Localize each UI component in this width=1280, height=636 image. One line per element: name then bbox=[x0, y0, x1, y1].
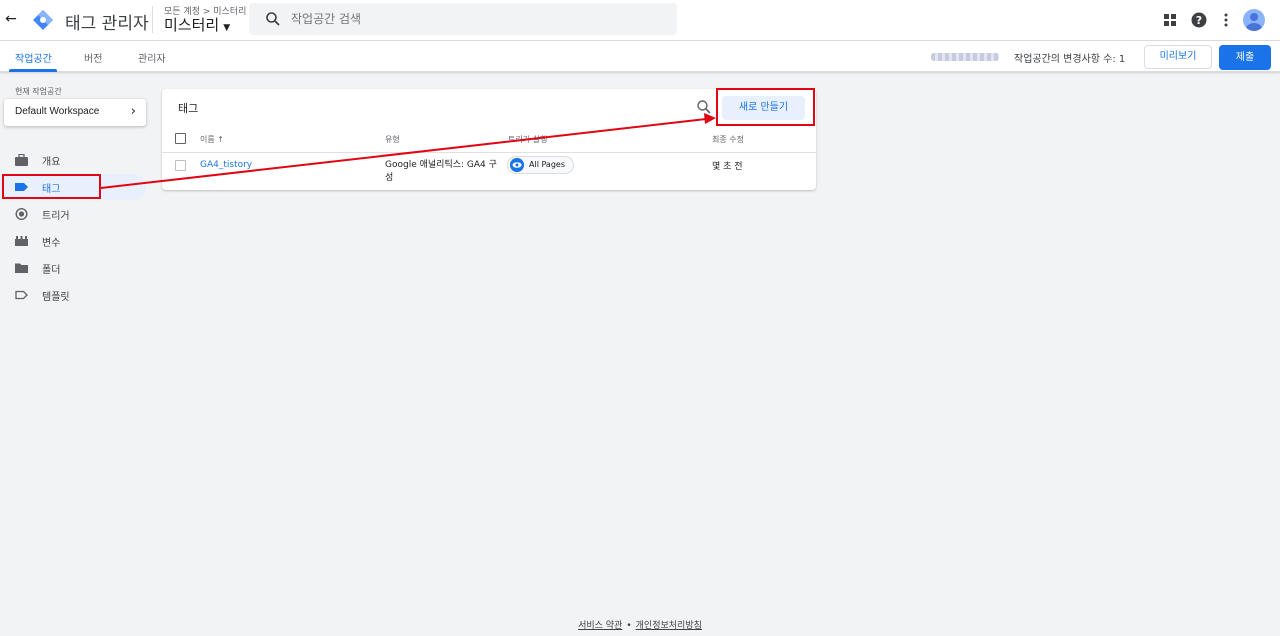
eye-icon bbox=[510, 158, 524, 172]
search-icon bbox=[266, 12, 280, 26]
back-arrow-icon[interactable]: ← bbox=[3, 10, 19, 28]
tab-versions[interactable]: 버전 bbox=[84, 50, 102, 65]
column-header-firing-triggers[interactable]: 트리거 실행 bbox=[508, 134, 547, 145]
preview-button[interactable]: 미리보기 bbox=[1144, 45, 1212, 69]
svg-text:?: ? bbox=[1196, 14, 1202, 27]
sidebar-item-triggers[interactable]: 트리거 bbox=[0, 201, 146, 227]
trigger-label: All Pages bbox=[529, 160, 565, 169]
caret-down-icon: ▼ bbox=[223, 23, 231, 33]
redacted-container-id bbox=[931, 53, 999, 61]
sidebar-item-label: 트리거 bbox=[42, 211, 70, 222]
tags-panel-title: 태그 bbox=[178, 102, 199, 115]
top-app-bar: ← 태그 관리자 모든 계정 > 미스터리 미스터리▼ ? bbox=[0, 0, 1280, 41]
tag-manager-logo-icon bbox=[33, 10, 53, 30]
container-selector[interactable]: 미스터리 ▼ bbox=[164, 14, 230, 35]
column-header-type[interactable]: 유형 bbox=[385, 134, 400, 145]
workspace-search[interactable] bbox=[249, 3, 677, 35]
tag-name-link[interactable]: GA4_tistory bbox=[200, 160, 252, 170]
chevron-right-icon: › bbox=[130, 104, 136, 119]
account-avatar[interactable] bbox=[1243, 9, 1265, 31]
sidebar-item-overview[interactable]: 개요 bbox=[0, 147, 146, 173]
sidebar-item-variables[interactable]: 변수 bbox=[0, 228, 146, 254]
folder-icon bbox=[15, 263, 28, 273]
select-all-checkbox[interactable] bbox=[175, 133, 186, 144]
trigger-chip[interactable]: All Pages bbox=[507, 156, 574, 174]
current-workspace-label: 현재 작업공간 bbox=[15, 87, 62, 96]
sidebar-item-templates[interactable]: 템플릿 bbox=[0, 282, 146, 308]
workspace-name: Default Workspace bbox=[15, 106, 100, 117]
help-icon[interactable]: ? bbox=[1190, 11, 1208, 29]
workspace-changes-count: 작업공간의 변경사항 수: 1 bbox=[1014, 54, 1126, 65]
tags-panel: 태그 새로 만들기 이름 ↑ 유형 트리거 실행 최종 수정 GA4_tisto… bbox=[162, 89, 816, 190]
person-icon bbox=[1246, 13, 1262, 31]
template-icon bbox=[15, 290, 28, 300]
active-tab-indicator bbox=[9, 69, 57, 72]
sidebar-item-label: 개요 bbox=[42, 157, 61, 168]
apps-grid-icon[interactable] bbox=[1161, 11, 1179, 29]
workspace-selector[interactable]: Default Workspace › bbox=[4, 99, 146, 126]
table-divider bbox=[162, 152, 816, 153]
sidebar-item-folders[interactable]: 폴더 bbox=[0, 255, 146, 281]
workspace-toolbar: 작업공간 버전 관리자 작업공간의 변경사항 수: 1 미리보기 제출 bbox=[0, 41, 1280, 72]
last-edited: 몇 초 전 bbox=[712, 162, 743, 172]
submit-button[interactable]: 제출 bbox=[1219, 45, 1271, 70]
column-header-name[interactable]: 이름 ↑ bbox=[200, 134, 224, 145]
footer: 서비스 약관 • 개인정보처리방침 bbox=[0, 618, 1280, 631]
tab-admin[interactable]: 관리자 bbox=[138, 50, 166, 65]
tag-icon bbox=[15, 183, 28, 191]
new-tag-button[interactable]: 새로 만들기 bbox=[722, 96, 805, 120]
terms-of-service-link[interactable]: 서비스 약관 bbox=[578, 621, 622, 631]
trigger-icon bbox=[15, 208, 28, 220]
tag-type: Google 애널리틱스: GA4 구성 bbox=[385, 160, 497, 183]
briefcase-icon bbox=[15, 154, 28, 166]
sidebar-item-label: 변수 bbox=[42, 238, 61, 249]
variable-icon bbox=[15, 236, 28, 246]
sidebar-item-label: 태그 bbox=[42, 184, 61, 195]
sidebar-item-label: 폴더 bbox=[42, 265, 61, 276]
more-vert-icon[interactable] bbox=[1217, 11, 1235, 29]
row-checkbox[interactable] bbox=[175, 160, 186, 171]
workspace-search-input[interactable] bbox=[291, 9, 651, 29]
column-header-last-edited[interactable]: 최종 수정 bbox=[712, 134, 744, 145]
tab-workspace[interactable]: 작업공간 bbox=[15, 50, 52, 65]
container-name: 미스터리 bbox=[164, 16, 220, 34]
search-icon[interactable] bbox=[696, 99, 712, 115]
privacy-policy-link[interactable]: 개인정보처리방침 bbox=[636, 621, 702, 631]
footer-separator: • bbox=[626, 621, 632, 631]
sidebar-item-tags[interactable]: 태그 bbox=[0, 174, 146, 200]
header-divider bbox=[152, 6, 153, 33]
sidebar-item-label: 템플릿 bbox=[42, 292, 70, 303]
app-title: 태그 관리자 bbox=[65, 14, 149, 34]
